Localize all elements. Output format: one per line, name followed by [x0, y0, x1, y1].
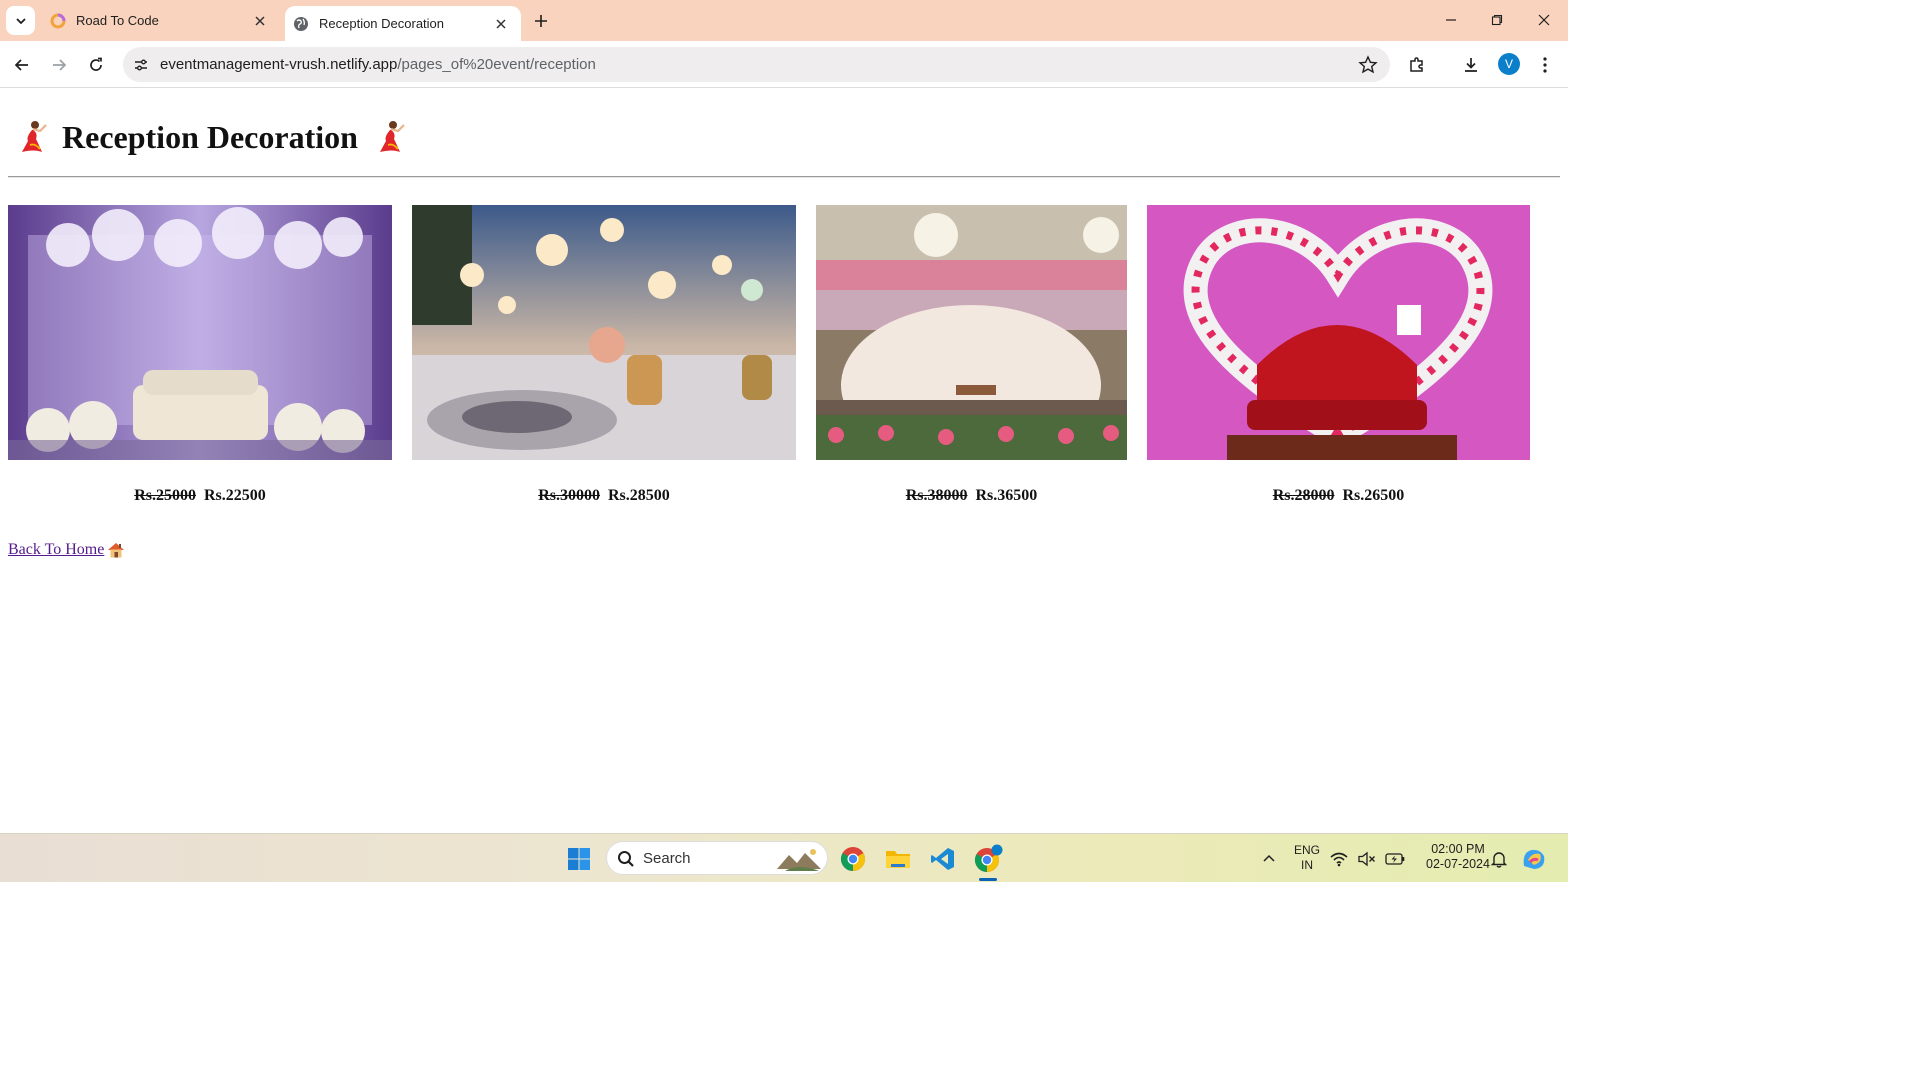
taskbar-search-box[interactable]: Search [606, 841, 828, 875]
new-tab-button[interactable] [530, 10, 552, 32]
taskbar-search-label: Search [643, 850, 691, 867]
horizontal-divider [8, 176, 1560, 178]
arrow-right-icon [53, 59, 67, 71]
active-app-indicator [979, 878, 997, 881]
price-row: Rs.30000 Rs.28500 [412, 487, 796, 505]
purple-drape-floral-stage-photo[interactable] [8, 205, 392, 460]
url-text[interactable]: eventmanagement-vrush.netlify.app/pages_… [160, 56, 596, 73]
product-card: Rs.38000 Rs.36500 [816, 205, 1127, 504]
tab-search-button[interactable] [6, 6, 35, 35]
tab-road-to-code[interactable]: Road To Code [42, 0, 280, 41]
chrome-profile-icon [974, 844, 1003, 872]
chrome-icon [840, 847, 866, 871]
search-highlight-illustration-icon [777, 849, 821, 871]
back-to-home-link[interactable]: Back To Home [8, 541, 125, 559]
heart-arch-red-sofa-stage-photo[interactable] [1147, 205, 1530, 460]
taskbar-chrome-profile[interactable] [971, 842, 1005, 876]
language-indicator[interactable]: ENG IN [1290, 843, 1324, 873]
close-tab-icon[interactable] [491, 14, 511, 34]
reload-button[interactable] [83, 52, 109, 78]
old-price: Rs.30000 [538, 487, 600, 504]
vscode-icon [931, 848, 954, 870]
tab-title: Reception Decoration [319, 16, 445, 31]
new-price: Rs.28500 [608, 487, 670, 504]
rainbow-ring-icon [50, 13, 66, 28]
bookmark-star-icon[interactable] [1358, 55, 1378, 75]
folder-icon [886, 851, 910, 868]
new-price: Rs.22500 [204, 487, 266, 504]
restore-icon [1491, 14, 1503, 26]
taskbar: Search ENG IN 02:00 PM 02-07-2024 [0, 833, 1568, 882]
minimize-button[interactable] [1438, 8, 1464, 32]
taskbar-vscode[interactable] [926, 842, 960, 876]
language-code: ENG [1293, 843, 1320, 857]
wifi-icon [1330, 852, 1348, 867]
product-card: Rs.28000 Rs.26500 [1147, 205, 1530, 504]
start-button[interactable] [562, 842, 596, 876]
reload-icon [90, 57, 102, 71]
restore-button[interactable] [1484, 8, 1510, 32]
menu-button[interactable] [1532, 52, 1558, 78]
house-icon [108, 543, 125, 558]
forward-button[interactable] [46, 52, 72, 78]
close-window-button[interactable] [1531, 8, 1557, 32]
plus-icon [535, 15, 547, 27]
kebab-menu-icon [1543, 57, 1547, 73]
url-host: eventmanagement-vrush.netlify.app [160, 56, 398, 73]
show-hidden-icons-button[interactable] [1252, 842, 1286, 876]
taskbar-file-explorer[interactable] [881, 842, 915, 876]
close-icon [1538, 14, 1550, 26]
address-bar[interactable]: eventmanagement-vrush.netlify.app/pages_… [123, 47, 1390, 82]
tab-strip: Road To Code Reception Decoration [0, 0, 1568, 41]
price-row: Rs.38000 Rs.36500 [816, 487, 1127, 505]
new-price: Rs.36500 [975, 487, 1038, 504]
back-button[interactable] [9, 52, 35, 78]
back-to-home-label: Back To Home [8, 541, 105, 558]
notifications-button[interactable] [1488, 842, 1510, 876]
old-price: Rs.28000 [1272, 487, 1335, 504]
speaker-muted-icon [1358, 851, 1375, 867]
price-row: Rs.28000 Rs.26500 [1147, 487, 1530, 505]
puzzle-icon [1410, 57, 1423, 72]
page-content: Reception Decoration Rs.25000 Rs.22500 R… [0, 89, 1568, 833]
windows-logo-icon [568, 848, 590, 870]
minimize-icon [1446, 19, 1456, 21]
browser-toolbar: eventmanagement-vrush.netlify.app/pages_… [0, 41, 1568, 88]
url-path: /pages_of%20event/reception [397, 56, 596, 73]
price-row: Rs.25000 Rs.22500 [8, 487, 392, 505]
arrow-left-icon [14, 59, 28, 71]
search-icon [618, 851, 634, 867]
tab-reception-decoration[interactable]: Reception Decoration [285, 6, 521, 41]
download-icon [1465, 58, 1477, 72]
close-tab-icon[interactable] [250, 11, 270, 31]
wifi-status[interactable] [1329, 842, 1349, 876]
product-card: Rs.30000 Rs.28500 [412, 205, 796, 504]
copilot-icon [1523, 849, 1545, 869]
taskbar-chrome[interactable] [836, 842, 870, 876]
pink-floral-chandelier-stage-photo[interactable] [816, 205, 1127, 460]
volume-status[interactable] [1356, 842, 1378, 876]
outdoor-lantern-dinner-table-photo[interactable] [412, 205, 796, 460]
battery-status[interactable] [1383, 842, 1407, 876]
site-info-icon[interactable] [131, 55, 151, 75]
language-region: IN [1301, 858, 1313, 872]
copilot-button[interactable] [1518, 842, 1550, 876]
new-price: Rs.26500 [1342, 487, 1405, 504]
tab-title: Road To Code [76, 13, 159, 28]
page-title: Reception Decoration [62, 118, 358, 155]
bell-icon [1491, 852, 1507, 868]
chevron-down-icon [15, 17, 26, 24]
page-heading: Reception Decoration [16, 117, 408, 157]
chevron-up-icon [1263, 854, 1275, 862]
battery-charging-icon [1385, 853, 1405, 865]
product-card: Rs.25000 Rs.22500 [8, 205, 392, 504]
dancer-icon [379, 121, 405, 152]
old-price: Rs.25000 [134, 487, 196, 504]
extensions-button[interactable] [1404, 52, 1430, 78]
globe-icon [294, 16, 308, 31]
downloads-button[interactable] [1458, 52, 1484, 78]
dancer-icon [22, 121, 47, 152]
old-price: Rs.38000 [905, 487, 968, 504]
profile-avatar[interactable]: V [1498, 53, 1520, 75]
